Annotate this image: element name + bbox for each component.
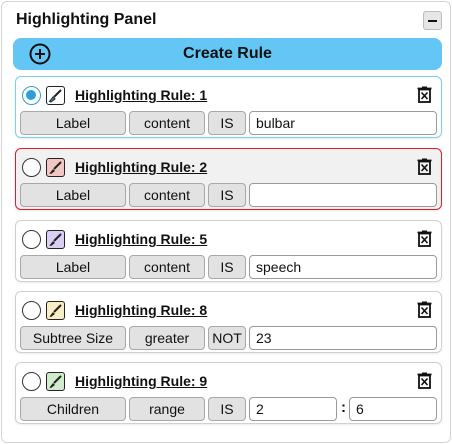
rule-title[interactable]: Highlighting Rule: 1 [75, 87, 207, 103]
rule-title[interactable]: Highlighting Rule: 2 [75, 159, 207, 175]
rule-select-radio[interactable] [22, 230, 41, 249]
operator-toggle[interactable]: IS [208, 255, 246, 279]
rule-select-radio[interactable] [22, 86, 41, 105]
operator-toggle[interactable]: IS [208, 397, 246, 421]
paintbrush-icon [49, 304, 62, 317]
collapse-button[interactable] [423, 11, 442, 30]
range-min-input[interactable]: 2 [249, 397, 337, 421]
rule-card: Highlighting Rule: 2 Label content IS [15, 148, 442, 210]
create-rule-button[interactable]: Create Rule [13, 38, 442, 70]
range-separator: : [341, 399, 346, 416]
trash-icon[interactable] [417, 158, 432, 175]
rule-value-input[interactable] [249, 183, 437, 207]
rule-select-radio[interactable] [22, 372, 41, 391]
create-rule-label: Create Rule [183, 45, 272, 62]
rule-color-swatch[interactable] [46, 86, 65, 105]
paintbrush-icon [49, 233, 62, 246]
trash-icon[interactable] [417, 86, 432, 103]
comparator-select[interactable]: content [129, 111, 205, 135]
rule-card: Highlighting Rule: 5 Label content IS sp… [15, 220, 442, 282]
comparator-select[interactable]: greater [129, 326, 205, 350]
field-select[interactable]: Label [20, 255, 126, 279]
operator-toggle[interactable]: NOT [208, 326, 246, 350]
operator-toggle[interactable]: IS [208, 183, 246, 207]
panel-title: Highlighting Panel [16, 11, 157, 28]
trash-icon[interactable] [417, 230, 432, 247]
paintbrush-icon [49, 375, 62, 388]
rule-value-input[interactable]: 23 [249, 326, 437, 350]
rule-select-radio[interactable] [22, 158, 41, 177]
rule-color-swatch[interactable] [46, 230, 65, 249]
paintbrush-icon [48, 89, 62, 103]
field-select[interactable]: Subtree Size [20, 326, 126, 350]
highlighting-panel: Highlighting Panel Create Rule Highlight… [1, 1, 451, 443]
field-select[interactable]: Label [20, 111, 126, 135]
comparator-select[interactable]: range [129, 397, 205, 421]
rule-card: Highlighting Rule: 1 Label content IS bu… [15, 76, 442, 138]
paintbrush-icon [49, 161, 62, 174]
rule-title[interactable]: Highlighting Rule: 9 [75, 373, 207, 389]
field-select[interactable]: Children [20, 397, 126, 421]
field-select[interactable]: Label [20, 183, 126, 207]
rule-color-swatch[interactable] [46, 158, 65, 177]
rule-title[interactable]: Highlighting Rule: 5 [75, 231, 207, 247]
comparator-select[interactable]: content [129, 183, 205, 207]
range-max-input[interactable]: 6 [349, 397, 437, 421]
plus-circle-icon [29, 43, 51, 65]
trash-icon[interactable] [417, 301, 432, 318]
rule-card: Highlighting Rule: 8 Subtree Size greate… [15, 291, 442, 353]
comparator-select[interactable]: content [129, 255, 205, 279]
rule-title[interactable]: Highlighting Rule: 8 [75, 302, 207, 318]
rule-select-radio[interactable] [22, 301, 41, 320]
rule-value-input[interactable]: speech [249, 255, 437, 279]
rule-color-swatch[interactable] [46, 301, 65, 320]
minus-icon [428, 19, 437, 22]
rule-card: Highlighting Rule: 9 Children range IS 2… [15, 362, 442, 424]
trash-icon[interactable] [417, 372, 432, 389]
rule-value-input[interactable]: bulbar [249, 111, 437, 135]
rule-color-swatch[interactable] [46, 372, 65, 391]
operator-toggle[interactable]: IS [208, 111, 246, 135]
